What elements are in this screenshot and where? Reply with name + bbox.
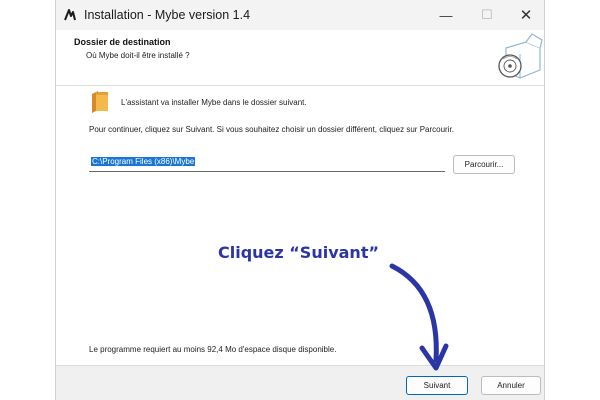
destination-path-input[interactable]: C:\Program Files (x86)\Mybe xyxy=(89,156,445,172)
page-title: Dossier de destination xyxy=(74,37,171,47)
intro-text: L'assistant va installer Mybe dans le do… xyxy=(121,98,307,107)
maximize-button[interactable]: ☐ xyxy=(467,0,507,30)
minimize-button[interactable]: — xyxy=(426,0,466,30)
next-button[interactable]: Suivant xyxy=(406,376,468,395)
annotation-arrow-icon xyxy=(389,263,449,371)
path-selection: C:\Program Files (x86)\Mybe xyxy=(91,157,196,166)
browse-button[interactable]: Parcourir... xyxy=(453,155,515,174)
cancel-button[interactable]: Annuler xyxy=(481,376,541,395)
annotation-label: Cliquez “Suivant” xyxy=(218,243,379,262)
disk-space-text: Le programme requiert au moins 92,4 Mo d… xyxy=(89,345,337,354)
wizard-footer: Suivant Annuler xyxy=(56,365,544,400)
wizard-header: Dossier de destination Où Mybe doit-il ê… xyxy=(56,30,544,86)
title-bar[interactable]: Installation - Mybe version 1.4 — ☐ ✕ xyxy=(56,0,544,30)
page-subtitle: Où Mybe doit-il être installé ? xyxy=(86,51,190,60)
close-button[interactable]: ✕ xyxy=(506,0,546,30)
folder-icon xyxy=(92,91,108,113)
app-logo-icon xyxy=(64,9,76,21)
window-title: Installation - Mybe version 1.4 xyxy=(84,8,251,22)
installer-window: Installation - Mybe version 1.4 — ☐ ✕ Do… xyxy=(55,0,545,400)
setup-box-icon xyxy=(498,33,543,79)
instructions-text: Pour continuer, cliquez sur Suivant. Si … xyxy=(89,125,454,134)
